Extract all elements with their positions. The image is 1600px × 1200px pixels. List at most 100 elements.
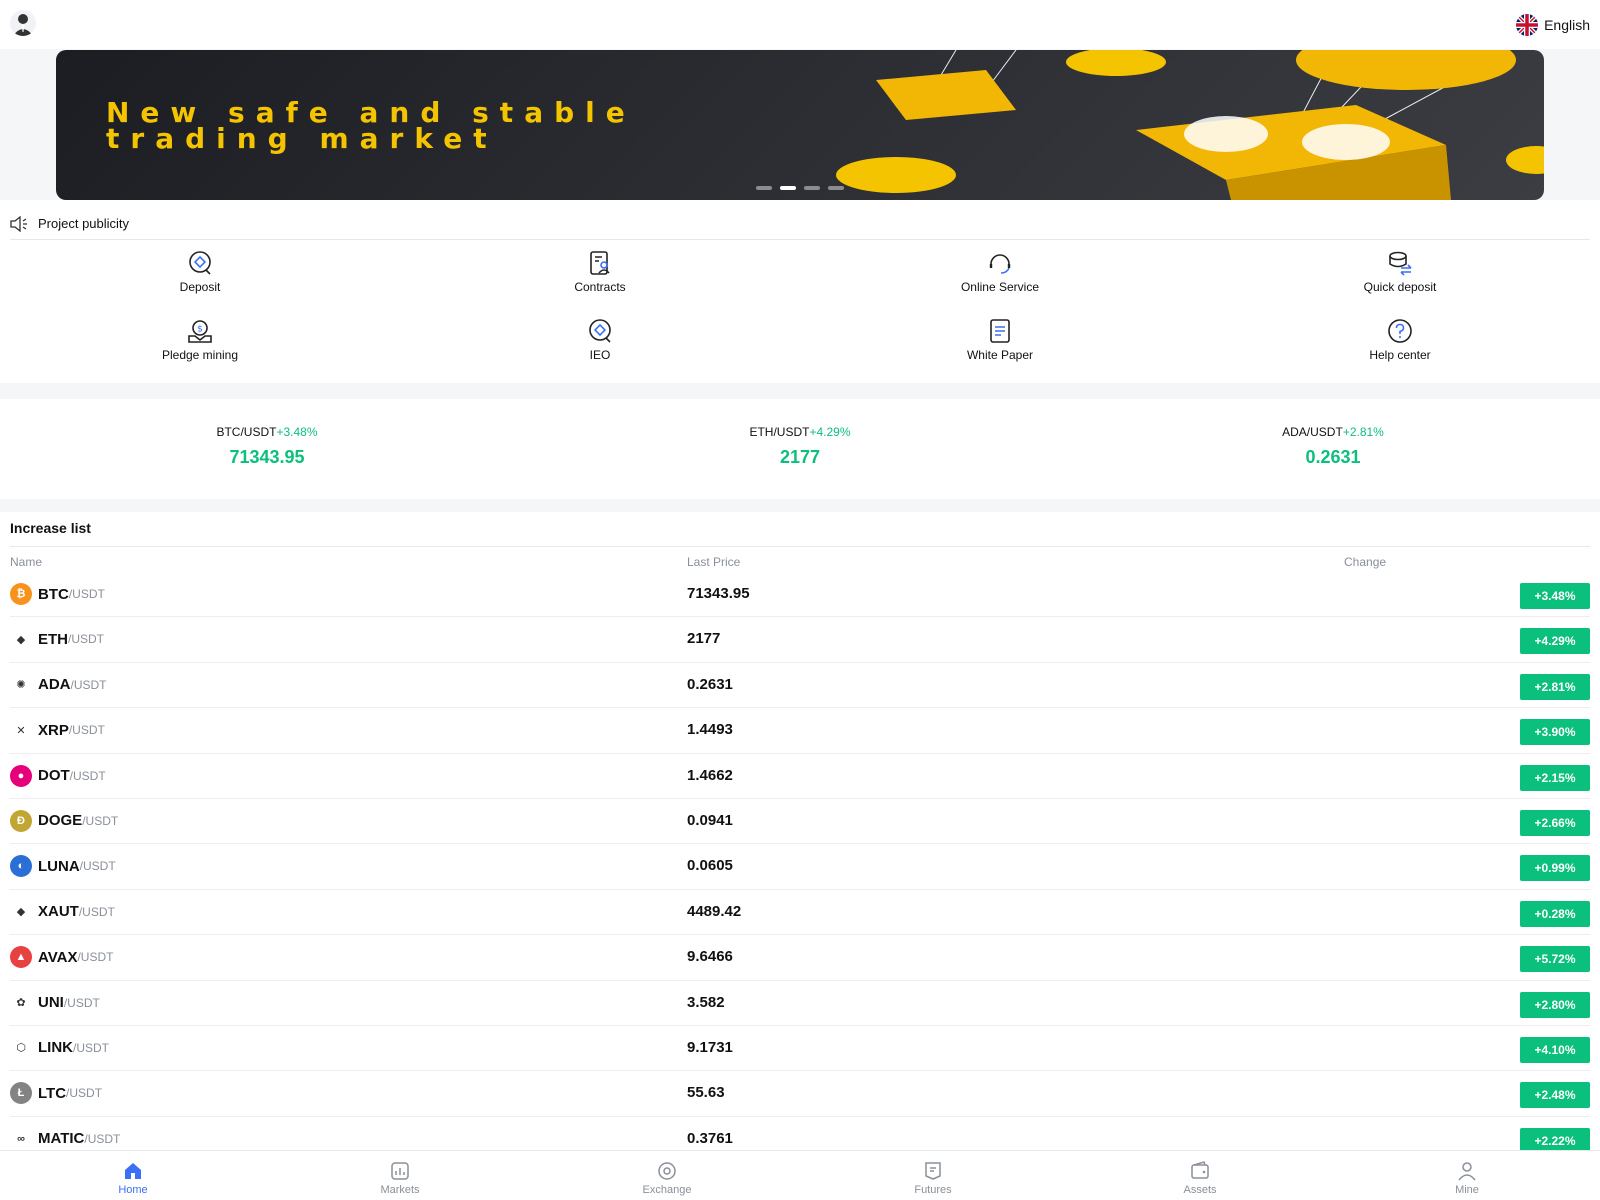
bottom-tab-bar: Home Markets Exchange Futures Assets Min… [0,1150,1600,1200]
change-badge[interactable]: +0.28% [1520,900,1590,927]
banner-headline-line2: trading market [106,122,498,155]
coin-cell: ◐ LUNA/USDT [10,855,116,878]
quick-contracts-button[interactable]: Contracts [500,250,700,294]
quick-white-paper-button[interactable]: White Paper [900,318,1100,362]
last-price: 4489.42 [687,902,742,920]
coin-quote: /USDT [79,859,116,874]
coin-quote: /USDT [63,995,100,1010]
notice-bar[interactable]: Project publicity [10,208,1590,240]
ticker-change: +4.29% [809,425,851,439]
table-row[interactable]: ◐ LUNA/USDT 0.0605 +0.99% [10,844,1590,890]
list-rows: ₿ BTC/USDT 71343.95 +3.48% ◆ ETH/USDT 2177 +4.2… [10,572,1590,1163]
table-row[interactable]: Ð DOGE/USDT 0.0941 +2.66% [10,799,1590,845]
ticker-btc[interactable]: BTC/USDT+3.48% 71343.95 [117,425,417,468]
last-price: 0.3761 [687,1129,733,1147]
change-badge[interactable]: +2.48% [1520,1082,1590,1109]
list-header: Name Last Price Change [10,546,1590,570]
home-icon [125,1163,141,1179]
coin-quote: /USDT [73,1040,109,1055]
banner-dot[interactable] [828,186,844,190]
coin-cell: ● DOT/USDT [10,764,106,787]
table-row[interactable]: ✺ ADA/USDT 0.2631 +2.81% [10,663,1590,709]
change-badge[interactable]: +3.48% [1520,583,1590,609]
coin-cell: Ł LTC/USDT [10,1082,103,1105]
ticker-eth[interactable]: ETH/USDT+4.29% 2177 [650,425,950,468]
table-row[interactable]: ₿ BTC/USDT 71343.95 +3.48% [10,572,1590,618]
change-badge[interactable]: +0.99% [1520,855,1590,882]
language-selector[interactable]: English [1516,14,1590,36]
dot-coin-icon: ● [10,764,32,787]
tab-mine[interactable]: Mine [1417,1161,1517,1196]
table-row[interactable]: ● DOT/USDT 1.4662 +2.15% [10,754,1590,799]
coin-quote: /USDT [82,813,119,828]
table-row[interactable]: ◆ XAUT/USDT 4489.42 +0.28% [10,890,1590,936]
coin-quote: /USDT [66,1086,103,1101]
matic-coin-icon: ∞ [10,1127,32,1150]
coin-cell: ⬡ LINK/USDT [10,1036,109,1059]
ticker-pair: ADA/USDT [1282,425,1343,439]
ieo-icon [589,319,611,343]
speaker-icon [10,215,27,232]
quick-pledge-mining-button[interactable]: $ Pledge mining [100,318,300,362]
change-badge[interactable]: +2.80% [1520,991,1590,1018]
tab-home[interactable]: Home [83,1161,183,1196]
tab-label: Markets [380,1184,420,1196]
change-badge[interactable]: +4.10% [1520,1036,1590,1063]
futures-icon [925,1162,941,1180]
coin-symbol: MATIC [38,1130,85,1148]
coin-cell: ▲ AVAX/USDT [10,946,113,969]
document-icon [990,319,1010,343]
coin-symbol: DOT [38,767,70,785]
promo-banner[interactable]: New safe and stable trading market [56,50,1544,200]
coin-symbol: AVAX [38,948,78,966]
deposit-icon [189,251,211,275]
coin-quote: /USDT [68,632,104,647]
tab-assets[interactable]: Assets [1150,1161,1250,1196]
change-badge[interactable]: +2.15% [1520,764,1590,791]
banner-dot[interactable] [804,186,820,190]
ticker-ada[interactable]: ADA/USDT+2.81% 0.2631 [1183,425,1483,468]
change-badge[interactable]: +4.29% [1520,628,1590,655]
quick-action-label: Help center [1369,348,1431,362]
table-row[interactable]: ✿ UNI/USDT 3.582 +2.80% [10,981,1590,1026]
column-header-name: Name [10,555,43,569]
avatar[interactable] [10,10,36,36]
tab-markets[interactable]: Markets [350,1161,450,1196]
table-row[interactable]: ▲ AVAX/USDT 9.6466 +5.72% [10,935,1590,981]
table-row[interactable]: Ł LTC/USDT 55.63 +2.48% [10,1071,1590,1117]
table-row[interactable]: ✕ XRP/USDT 1.4493 +3.90% [10,708,1590,754]
banner-dot[interactable] [756,186,772,190]
tab-futures[interactable]: Futures [883,1161,983,1196]
table-row[interactable]: ⬡ LINK/USDT 9.1731 +4.10% [10,1026,1590,1072]
avax-coin-icon: ▲ [10,946,32,969]
coin-quote: /USDT [68,587,105,601]
uk-flag-icon [1516,14,1539,36]
quick-action-label: Contracts [574,280,626,294]
change-badge[interactable]: +3.90% [1520,719,1590,746]
quick-ieo-button[interactable]: IEO [500,318,700,362]
coin-symbol: DOGE [38,812,83,830]
quick-action-label: Online Service [960,280,1040,294]
change-badge[interactable]: +2.81% [1520,673,1590,700]
coin-quote: /USDT [84,1131,121,1146]
banner-dot-active[interactable] [780,186,796,190]
table-row[interactable]: ◆ ETH/USDT 2177 +4.29% [10,617,1590,663]
tab-exchange[interactable]: Exchange [617,1161,717,1196]
coin-cell: ◆ XAUT/USDT [10,900,115,923]
increase-list: Increase list Name Last Price Change ₿ BT… [0,512,1600,1163]
change-badge[interactable]: +5.72% [1520,946,1590,973]
quick-online-service-button[interactable]: Online Service [900,250,1100,294]
quick-help-center-button[interactable]: Help center [1300,318,1500,362]
ticker-pair-line: ADA/USDT+2.81% [1183,425,1483,439]
help-icon [1388,319,1412,343]
quick-action-label: Quick deposit [1363,280,1437,294]
change-badge[interactable]: +2.66% [1520,809,1590,836]
tab-label: Futures [914,1184,952,1196]
coins-exchange-icon [1389,251,1412,276]
tab-label: Home [118,1184,148,1196]
ticker-strip: BTC/USDT+3.48% 71343.95 ETH/USDT+4.29% 2… [0,399,1600,499]
last-price: 0.2631 [687,675,733,693]
quick-quick-deposit-button[interactable]: Quick deposit [1300,250,1500,294]
quick-deposit-button[interactable]: Deposit [100,250,300,294]
coin-cell: ✿ UNI/USDT [10,991,100,1014]
